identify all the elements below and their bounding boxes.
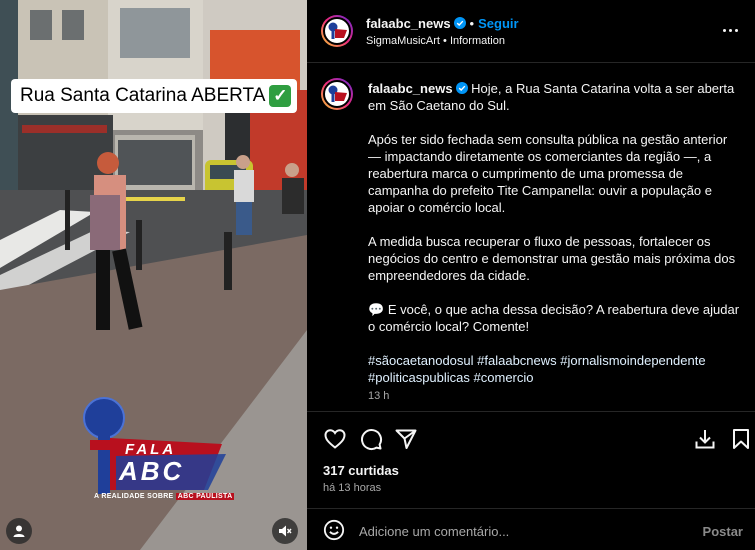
comment-composer: Postar bbox=[307, 508, 755, 550]
post-comment-button[interactable]: Postar bbox=[703, 524, 743, 539]
mute-toggle-button[interactable] bbox=[272, 518, 298, 544]
bookmark-icon[interactable] bbox=[729, 427, 753, 451]
avatar[interactable] bbox=[321, 15, 353, 47]
caption-avatar[interactable] bbox=[321, 78, 353, 110]
comment-icon[interactable] bbox=[359, 427, 383, 451]
verified-badge-icon bbox=[453, 17, 466, 29]
caption-paragraph-1: Após ter sido fechada sem consulta públi… bbox=[368, 132, 728, 215]
logo-line-2: ABC bbox=[119, 456, 185, 486]
fala-abc-logo: FALA ABC A REALIDADE SOBRE ABC PAULISTA bbox=[76, 396, 235, 508]
action-bar: 317 curtidas há 13 horas bbox=[307, 411, 755, 508]
avatar-logo-icon bbox=[323, 80, 351, 108]
hashtag-link[interactable]: #politicaspublicas bbox=[368, 370, 470, 385]
follow-button[interactable]: Seguir bbox=[478, 16, 518, 31]
speech-bubble-emoji: 💬 bbox=[368, 302, 385, 317]
audio-link[interactable]: SigmaMusicArt bbox=[366, 35, 440, 47]
header-sub-line: SigmaMusicArt • Information bbox=[366, 35, 505, 47]
hashtag-list: #sãocaetanodosul #falaabcnews #jornalism… bbox=[368, 352, 740, 386]
send-icon[interactable] bbox=[394, 427, 418, 451]
avatar-logo-icon bbox=[323, 17, 351, 45]
caption-intro-paragraph: falaabc_news Hoje, a Rua Santa Catarina … bbox=[368, 80, 740, 114]
fala-abc-mini-icon bbox=[328, 22, 347, 39]
audio-separator: • bbox=[443, 35, 447, 47]
text-sticker: Rua Santa Catarina ABERTA ✓ bbox=[11, 79, 298, 113]
location-link[interactable]: Information bbox=[450, 35, 505, 47]
caption-username[interactable]: falaabc_news bbox=[368, 81, 453, 96]
logo-tagline-highlight: ABC PAULISTA bbox=[175, 493, 235, 500]
hashtag-link[interactable]: #jornalismoindependente bbox=[560, 353, 705, 368]
likes-count[interactable]: 317 curtidas bbox=[323, 463, 399, 478]
fala-abc-mini-icon bbox=[328, 85, 347, 102]
header-top-line: falaabc_news • Seguir bbox=[366, 15, 519, 33]
logo-tagline-prefix: A REALIDADE SOBRE bbox=[94, 493, 174, 500]
caption-section: falaabc_news Hoje, a Rua Santa Catarina … bbox=[307, 64, 755, 411]
post-header: falaabc_news • Seguir SigmaMusicArt • Info… bbox=[307, 0, 755, 63]
hashtag-link[interactable]: #falaabcnews bbox=[477, 353, 557, 368]
hashtag-link[interactable]: #sãocaetanodosul bbox=[368, 353, 474, 368]
hashtag-link[interactable]: #comercio bbox=[474, 370, 534, 385]
tagged-users-button[interactable] bbox=[6, 518, 32, 544]
more-options-icon[interactable] bbox=[723, 22, 741, 38]
emoji-icon[interactable] bbox=[323, 519, 347, 543]
caption-timestamp: 13 h bbox=[368, 390, 390, 402]
logo-tagline: A REALIDADE SOBRE ABC PAULISTA bbox=[94, 493, 235, 500]
caption-paragraph-3: 💬 E você, o que acha dessa decisão? A re… bbox=[368, 301, 740, 335]
heart-icon[interactable] bbox=[323, 427, 347, 451]
caption-question: E você, o que acha dessa decisão? A reab… bbox=[368, 302, 740, 334]
header-username[interactable]: falaabc_news bbox=[366, 16, 451, 31]
comment-input[interactable] bbox=[359, 521, 689, 541]
sticker-text: Rua Santa Catarina ABERTA bbox=[20, 85, 266, 106]
post-details-panel: falaabc_news • Seguir SigmaMusicArt • Info… bbox=[307, 0, 755, 550]
check-mark-emoji: ✓ bbox=[269, 85, 292, 107]
post-age: há 13 horas bbox=[323, 482, 382, 494]
download-icon[interactable] bbox=[693, 427, 717, 451]
post-media[interactable]: Rua Santa Catarina ABERTA ✓ FALA ABC A R… bbox=[0, 0, 307, 550]
caption-paragraph-2: A medida busca recuperar o fluxo de pess… bbox=[368, 234, 736, 283]
caption-text: falaabc_news Hoje, a Rua Santa Catarina … bbox=[368, 80, 740, 405]
person-icon bbox=[13, 525, 25, 537]
header-separator: • bbox=[469, 16, 475, 31]
verified-badge-icon bbox=[455, 82, 468, 94]
speaker-muted-icon bbox=[279, 525, 292, 537]
